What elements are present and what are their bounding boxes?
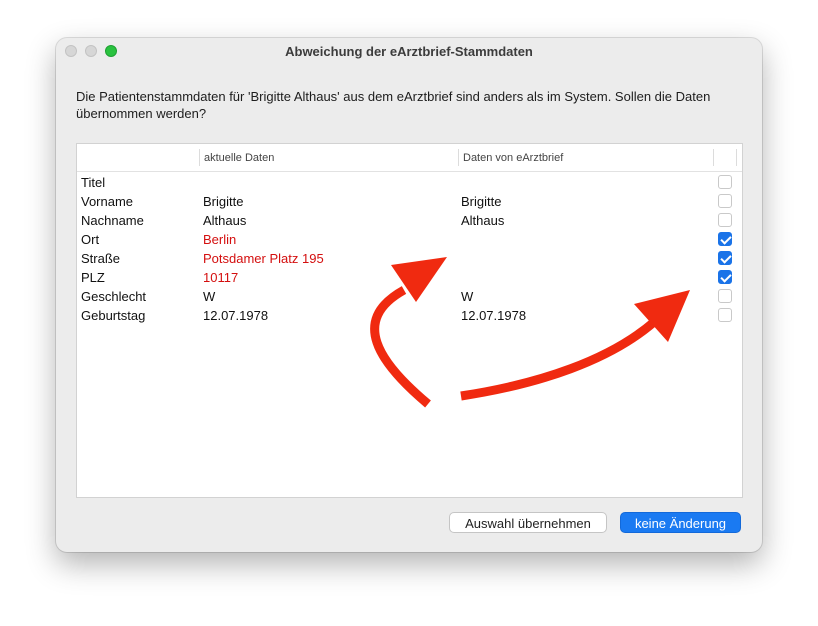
- current-value: Althaus: [203, 213, 247, 228]
- accept-checkbox[interactable]: [718, 289, 732, 303]
- table-header: aktuelle Daten Daten von eArztbrief: [77, 144, 742, 172]
- field-label: Geburtstag: [81, 308, 146, 323]
- table-row[interactable]: Geburtstag 12.07.1978 12.07.1978: [77, 306, 742, 325]
- current-value: W: [203, 289, 216, 304]
- table-row[interactable]: PLZ 10117: [77, 268, 742, 287]
- table-row[interactable]: Titel: [77, 173, 742, 192]
- accept-checkbox[interactable]: [718, 251, 732, 265]
- field-label: Geschlecht: [81, 289, 147, 304]
- dialog-message: Die Patientenstammdaten für 'Brigitte Al…: [76, 89, 711, 121]
- column-separator[interactable]: [458, 149, 459, 166]
- table-row[interactable]: Ort Berlin: [77, 230, 742, 249]
- current-value: Brigitte: [203, 194, 244, 209]
- accept-checkbox[interactable]: [718, 270, 732, 284]
- table-row[interactable]: Straße Potsdamer Platz 195: [77, 249, 742, 268]
- field-label: Titel: [81, 175, 106, 190]
- column-separator[interactable]: [199, 149, 200, 166]
- title-bar[interactable]: Abweichung der eArztbrief-Stammdaten: [56, 38, 762, 65]
- apply-selection-button[interactable]: Auswahl übernehmen: [449, 512, 607, 533]
- column-separator[interactable]: [713, 149, 714, 166]
- no-change-button[interactable]: keine Änderung: [620, 512, 741, 533]
- header-current-data[interactable]: aktuelle Daten: [204, 152, 274, 164]
- earztbrief-value: 12.07.1978: [461, 308, 527, 323]
- column-separator[interactable]: [736, 149, 737, 166]
- field-label: Straße: [81, 251, 121, 266]
- dialog-window: Abweichung der eArztbrief-Stammdaten Die…: [56, 38, 762, 552]
- field-label: Nachname: [81, 213, 144, 228]
- dialog-title: Abweichung der eArztbrief-Stammdaten: [285, 44, 533, 59]
- earztbrief-value: W: [461, 289, 474, 304]
- table-row[interactable]: Nachname Althaus Althaus: [77, 211, 742, 230]
- current-value: Potsdamer Platz 195: [203, 251, 324, 266]
- current-value: Berlin: [203, 232, 237, 247]
- accept-checkbox[interactable]: [718, 194, 732, 208]
- current-value: 10117: [203, 270, 239, 285]
- comparison-table: aktuelle Daten Daten von eArztbrief Tite…: [76, 143, 743, 498]
- header-earztbrief-data[interactable]: Daten von eArztbrief: [463, 152, 563, 164]
- current-value: 12.07.1978: [203, 308, 269, 323]
- earztbrief-value: Brigitte: [461, 194, 502, 209]
- field-label: PLZ: [81, 270, 105, 285]
- field-label: Ort: [81, 232, 100, 247]
- field-label: Vorname: [81, 194, 134, 209]
- table-row[interactable]: Vorname Brigitte Brigitte: [77, 192, 742, 211]
- accept-checkbox[interactable]: [718, 232, 732, 246]
- accept-checkbox[interactable]: [718, 308, 732, 322]
- accept-checkbox[interactable]: [718, 175, 732, 189]
- earztbrief-value: Althaus: [461, 213, 505, 228]
- accept-checkbox[interactable]: [718, 213, 732, 227]
- table-row[interactable]: Geschlecht W W: [77, 287, 742, 306]
